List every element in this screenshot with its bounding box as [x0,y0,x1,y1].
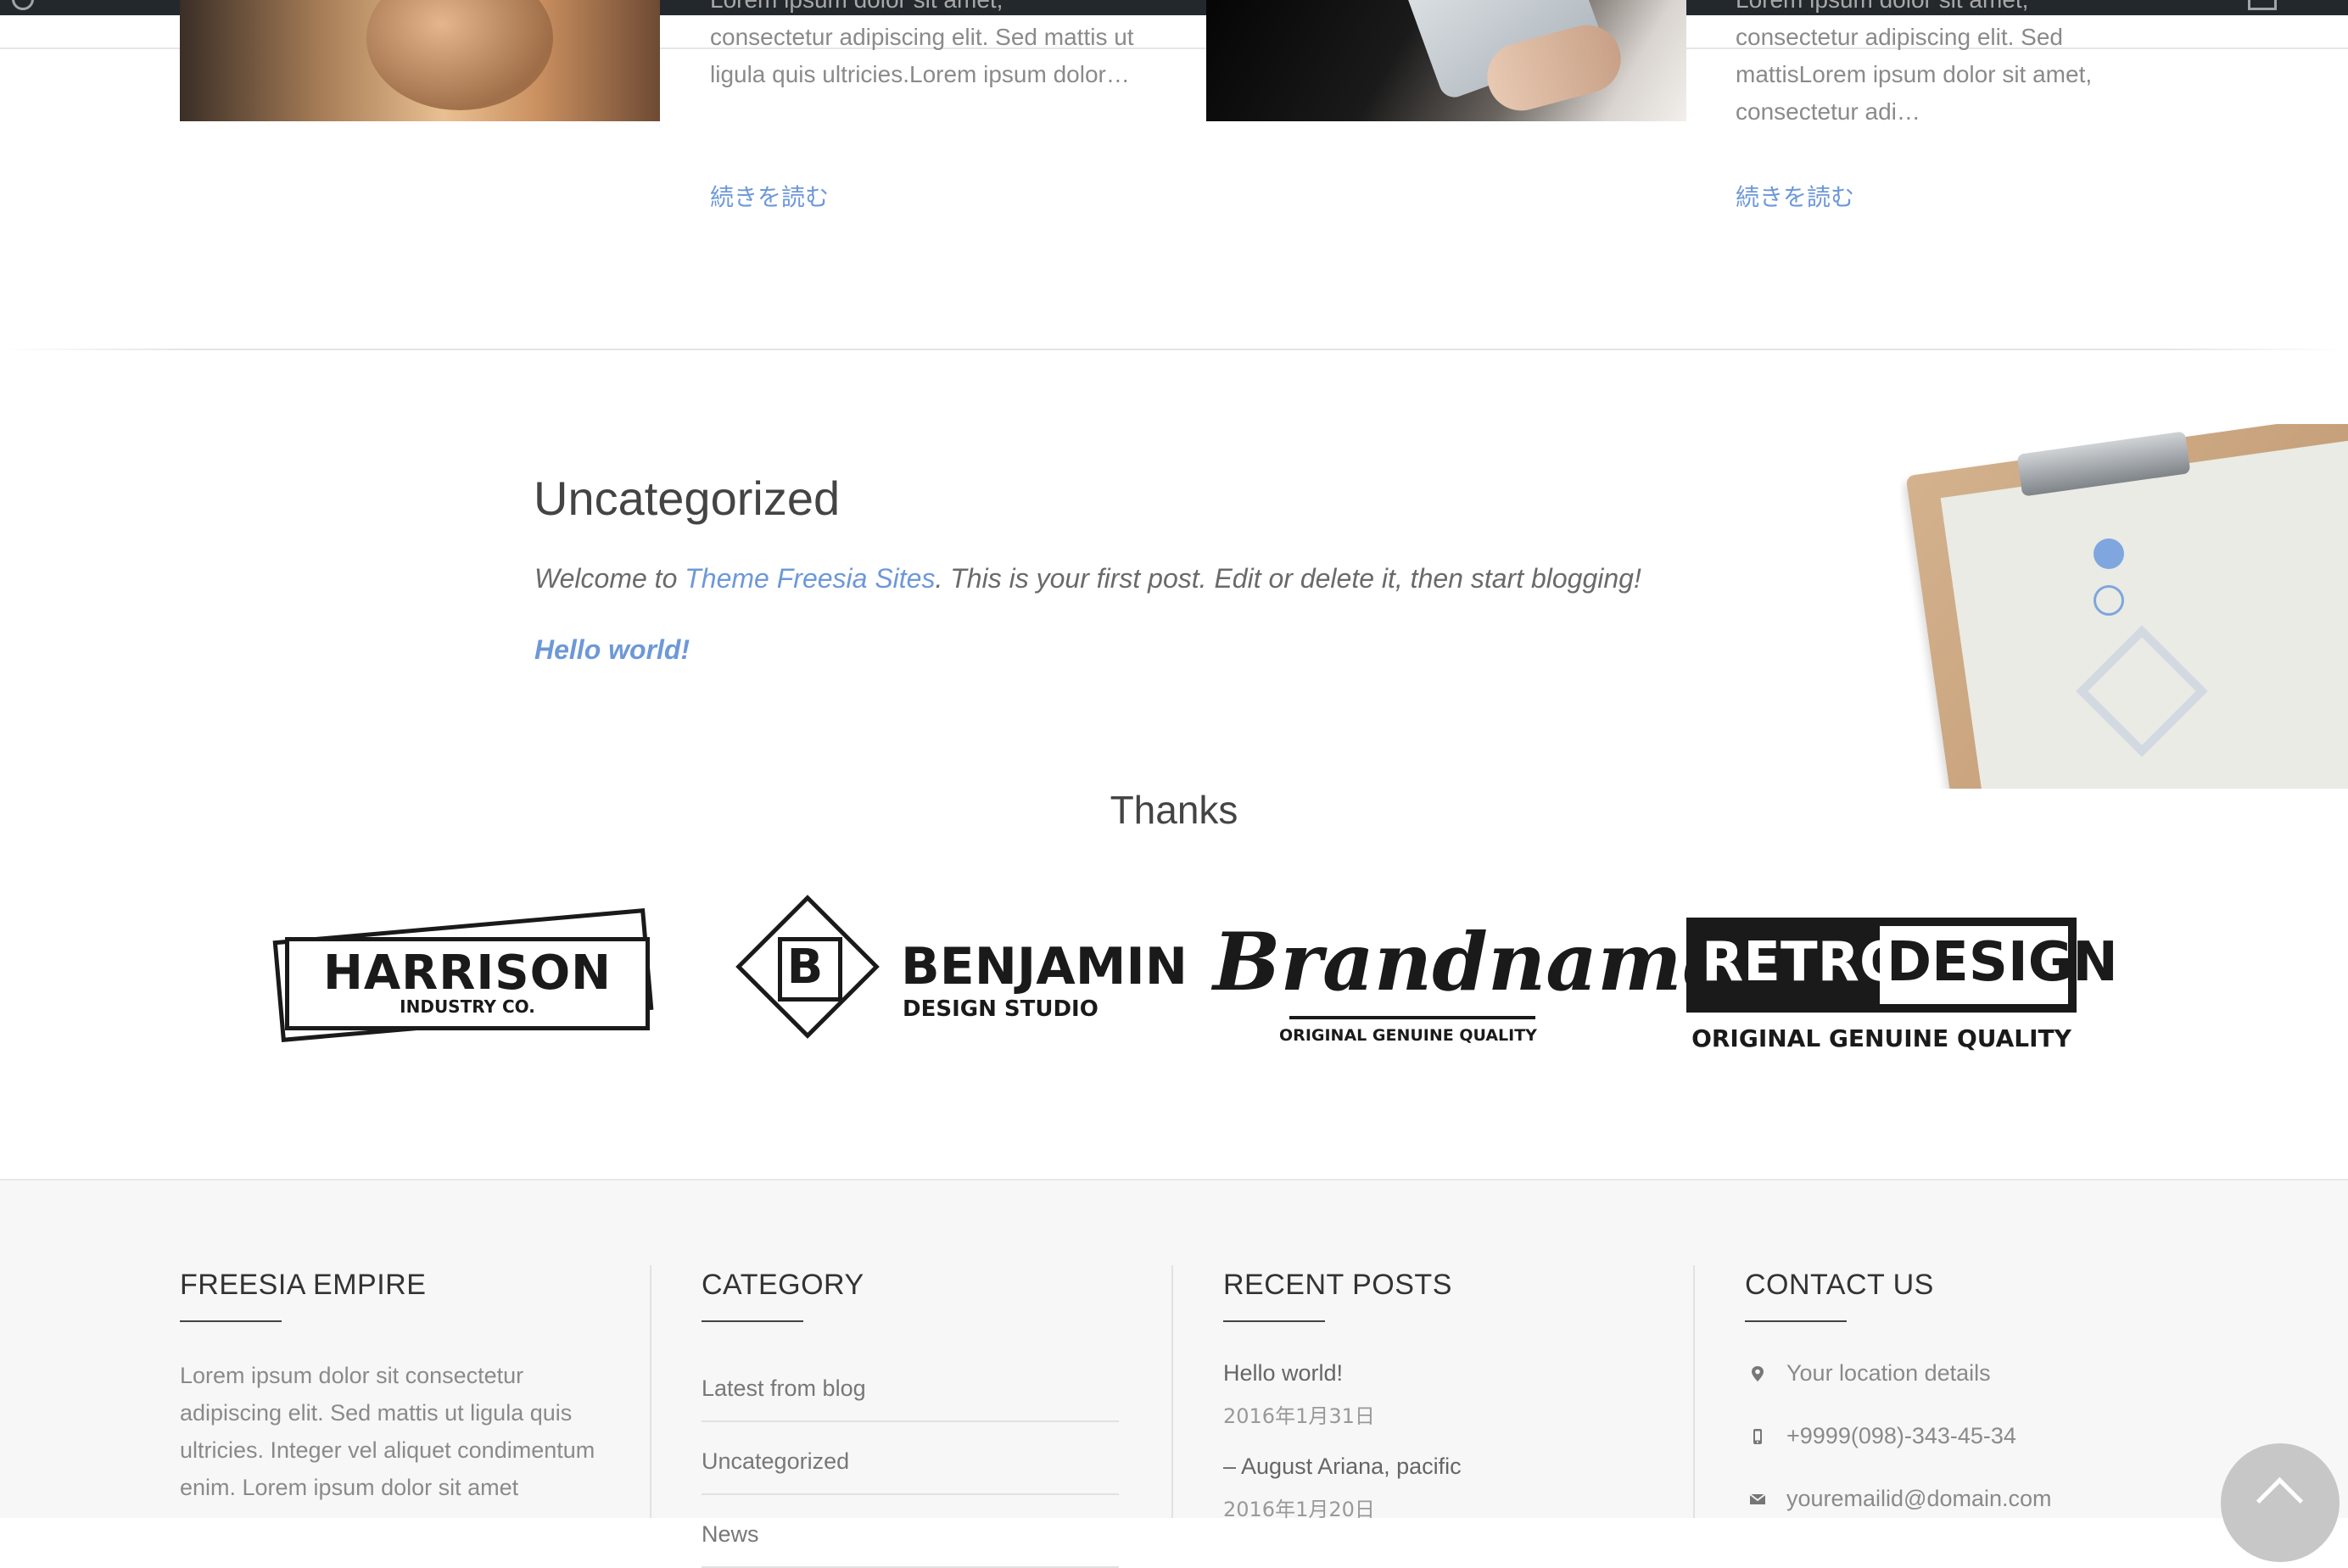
slider-dot-active[interactable] [2094,538,2124,569]
contact-phone[interactable]: +9999(098)-343-45-34 [1786,1423,2016,1449]
footer-about-text: Lorem ipsum dolor sit consectetur adipis… [180,1363,595,1500]
back-to-top-button[interactable] [2221,1443,2340,1562]
client-logo-harrison[interactable]: HARRISON INDUSTRY CO. [268,899,658,1069]
client-logo-retro-design[interactable]: RETRO DESIGN ORIGINAL GENUINE QUALITY [1686,899,2118,1069]
category-title[interactable]: Uncategorized [534,471,840,526]
envelope-icon [1749,1493,1766,1504]
post-excerpt-text: consectetur adipiscing elit. Sed mattis … [710,24,1134,87]
post-excerpt: Lorem ipsum dolor sit amet, consectetur … [1736,0,2177,131]
logo-subtitle: ORIGINAL GENUINE QUALITY [1279,1026,1537,1045]
category-link[interactable]: News [702,1521,1119,1568]
footer-column-separator [1171,1265,1173,1518]
logo-subtitle: DESIGN STUDIO [903,996,1099,1022]
footer-column-separator [650,1265,651,1518]
recent-post-date: 2016年1月31日 [1223,1404,1375,1428]
logo-word-2: DESIGN [1887,931,2118,994]
post-thumbnail-phone[interactable] [1206,0,1686,121]
mobile-phone-icon [1753,1429,1762,1444]
featured-post-link[interactable]: Hello world! [534,634,690,666]
logo-name: Brandname [1213,916,1733,1009]
clipboard-image [1900,424,2348,789]
widget-title-underline [180,1320,282,1322]
clients-title: Thanks [1110,788,1238,832]
chevron-up-icon [2256,1476,2304,1525]
footer-contact-title: CONTACT US [1745,1269,1934,1301]
footer-recent-posts-title: RECENT POSTS [1223,1269,1452,1301]
category-link[interactable]: Uncategorized [702,1448,1119,1495]
featured-excerpt: Welcome to Theme Freesia Sites. This is … [534,563,1641,594]
logo-word-1: RETRO [1702,931,1906,994]
read-more-link[interactable]: 続きを読む [1736,179,1854,213]
map-pin-icon [1752,1366,1764,1381]
admin-account-icon[interactable] [2248,0,2277,10]
logo-subtitle: ORIGINAL GENUINE QUALITY [1691,1024,2071,1052]
logo-subtitle: INDUSTRY CO. [400,996,535,1017]
footer-category-title: CATEGORY [702,1269,864,1301]
post-excerpt-top-line: Lorem ipsum dolor sit amet, [1736,0,2177,19]
widget-title-underline [1745,1320,1847,1322]
client-logo-benjamin[interactable]: B BENJAMIN DESIGN STUDIO [735,895,1188,1069]
post-thumbnail-hands[interactable] [180,0,660,121]
contact-email[interactable]: youremailid@domain.com [1786,1486,2052,1512]
theme-freesia-link[interactable]: Theme Freesia Sites [685,563,935,594]
client-logo-brandname[interactable]: Brandname ORIGINAL GENUINE QUALITY [1213,899,1733,1069]
post-excerpt: Lorem ipsum dolor sit amet, consectetur … [710,0,1151,93]
logo-name: HARRISON [322,946,612,1001]
contact-location: Your location details [1786,1360,1991,1386]
read-more-link[interactable]: 続きを読む [710,179,829,213]
post-excerpt-top-line: Lorem ipsum dolor sit amet, [710,0,1151,19]
widget-title-underline [702,1320,803,1322]
welcome-prefix: Welcome to [534,563,685,594]
logo-letter: B [786,940,824,995]
post-excerpt-text: consectetur adipiscing elit. Sed mattisL… [1736,24,2093,125]
section-divider [0,349,2348,350]
recent-post-link[interactable]: Hello world! [1223,1360,1343,1387]
slider-dot[interactable] [2094,585,2124,616]
welcome-suffix: . This is your first post. Edit or delet… [935,563,1641,594]
widget-title-underline [1223,1320,1325,1322]
footer-column-separator [1693,1265,1695,1518]
recent-post-link[interactable]: – August Ariana, pacific [1223,1454,1462,1480]
category-link[interactable]: Latest from blog [702,1375,1119,1422]
logo-name: BENJAMIN [901,937,1188,996]
footer-about-title: FREESIA EMPIRE [180,1269,427,1301]
